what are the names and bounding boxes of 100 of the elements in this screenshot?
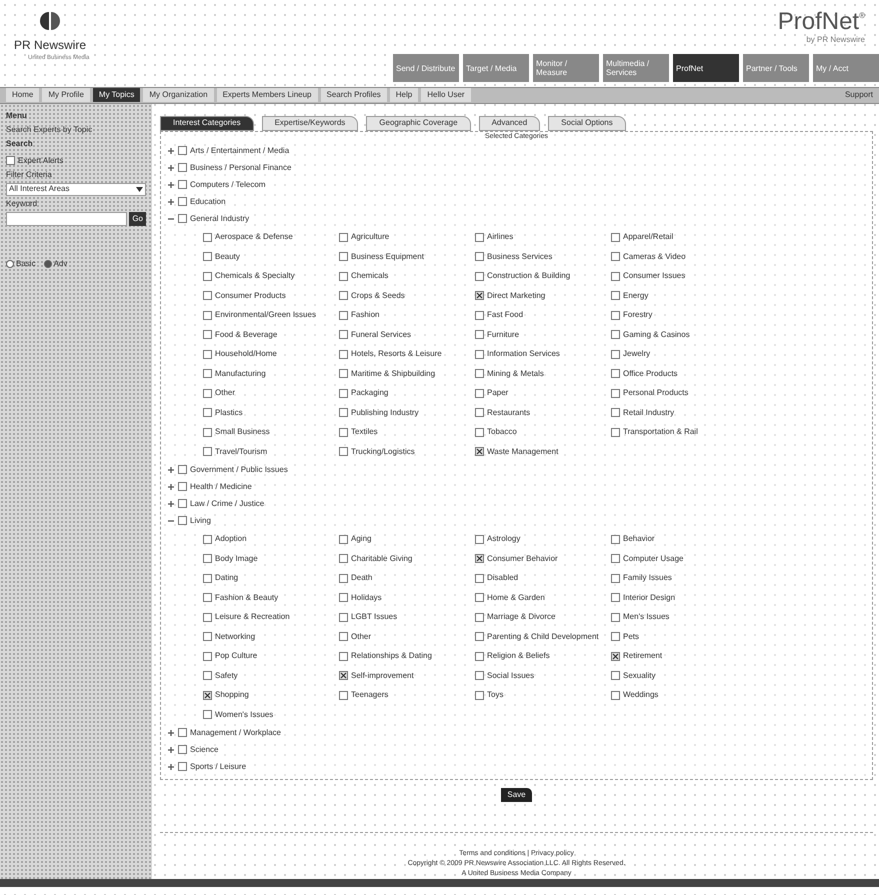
checkbox[interactable]	[339, 232, 348, 242]
checkbox[interactable]	[339, 652, 348, 661]
checkbox[interactable]	[611, 593, 620, 602]
checkbox[interactable]	[611, 690, 620, 700]
checkbox[interactable]	[203, 632, 212, 642]
filter-dropdown[interactable]: All Interest Areas	[6, 182, 146, 196]
checkbox[interactable]	[339, 447, 348, 456]
top-tab[interactable]: Target / Media	[463, 54, 529, 82]
expand-icon[interactable]	[167, 146, 175, 155]
checkbox[interactable]	[203, 310, 212, 320]
checkbox[interactable]	[203, 593, 212, 602]
checkbox[interactable]	[339, 574, 348, 583]
keyword-field[interactable]	[6, 212, 128, 226]
checkbox[interactable]	[611, 612, 620, 622]
checkbox[interactable]	[178, 163, 187, 172]
checkbox[interactable]	[475, 554, 484, 564]
checkbox[interactable]	[339, 330, 348, 340]
checkbox[interactable]	[611, 574, 620, 583]
checkbox[interactable]	[203, 428, 212, 437]
checkbox[interactable]	[475, 652, 484, 661]
top-tab[interactable]: Partner / Tools	[743, 54, 809, 82]
checkbox[interactable]	[339, 428, 348, 437]
checkbox[interactable]	[339, 291, 348, 300]
checkbox[interactable]	[203, 232, 212, 242]
checkbox[interactable]	[339, 534, 348, 544]
checkbox[interactable]	[475, 428, 484, 437]
checkbox[interactable]	[611, 350, 620, 359]
top-tab[interactable]: ProfNet	[673, 54, 739, 82]
checkbox[interactable]	[339, 369, 348, 378]
checkbox[interactable]	[611, 671, 620, 680]
checkbox[interactable]	[339, 252, 348, 262]
checkbox[interactable]	[475, 612, 484, 622]
checkbox[interactable]	[203, 272, 212, 281]
radio-button[interactable]	[44, 260, 52, 268]
nav-tab[interactable]: My Organization	[143, 88, 214, 102]
checkbox[interactable]	[203, 350, 212, 359]
checkbox[interactable]	[339, 388, 348, 398]
expand-icon[interactable]	[167, 466, 175, 474]
checkbox[interactable]	[203, 447, 212, 456]
checkbox[interactable]	[611, 232, 620, 242]
checkbox[interactable]	[339, 671, 348, 680]
checkbox[interactable]	[203, 554, 212, 564]
checkbox[interactable]	[203, 710, 212, 720]
checkbox[interactable]	[475, 690, 484, 700]
checkbox[interactable]	[339, 593, 348, 602]
nav-tab[interactable]: Home	[6, 88, 40, 102]
checkbox[interactable]	[178, 146, 187, 156]
checkbox[interactable]	[475, 272, 484, 281]
expand-icon[interactable]	[167, 762, 175, 771]
checkbox[interactable]	[339, 554, 348, 564]
checkbox[interactable]	[611, 369, 620, 378]
checkbox[interactable]	[475, 310, 484, 320]
checkbox[interactable]	[475, 388, 484, 398]
checkbox[interactable]	[475, 408, 484, 418]
checkbox[interactable]	[178, 197, 187, 206]
checkbox[interactable]	[203, 388, 212, 398]
checkbox[interactable]	[178, 728, 187, 738]
checkbox[interactable]	[475, 369, 484, 378]
go-button[interactable]: Go	[129, 212, 146, 226]
top-tab[interactable]: My / Acct	[813, 54, 879, 82]
checkbox[interactable]	[178, 516, 187, 526]
checkbox[interactable]	[475, 252, 484, 262]
checkbox[interactable]	[611, 388, 620, 398]
checkbox[interactable]	[339, 612, 348, 622]
checkbox[interactable]	[475, 671, 484, 680]
nav-tab[interactable]: Search Profiles	[320, 88, 387, 102]
checkbox[interactable]	[178, 214, 187, 224]
checkbox[interactable]	[611, 534, 620, 544]
checkbox[interactable]	[178, 745, 187, 754]
checkbox[interactable]	[178, 499, 187, 508]
checkbox[interactable]	[339, 310, 348, 320]
checkbox[interactable]	[475, 291, 484, 300]
tab[interactable]: Interest Categories	[160, 116, 254, 131]
nav-tab[interactable]: Help	[390, 88, 418, 102]
checkbox[interactable]	[178, 465, 187, 474]
checkbox[interactable]	[203, 330, 212, 340]
checkbox[interactable]	[203, 574, 212, 583]
checkbox[interactable]	[339, 690, 348, 700]
checkbox[interactable]	[203, 252, 212, 262]
expand-icon[interactable]	[167, 198, 175, 206]
nav-tab[interactable]: My Profile	[42, 88, 90, 102]
checkbox[interactable]	[611, 652, 620, 661]
support-link[interactable]: Support	[844, 89, 873, 102]
checkbox[interactable]	[339, 272, 348, 281]
checkbox[interactable]	[178, 762, 187, 772]
expand-icon[interactable]	[167, 180, 175, 189]
checkbox[interactable]	[6, 156, 15, 166]
nav-tab[interactable]: My Topics	[92, 88, 140, 102]
checkbox[interactable]	[611, 408, 620, 418]
top-tab[interactable]: Send / Distribute	[393, 54, 459, 82]
tab[interactable]: Geographic Coverage	[366, 116, 471, 131]
checkbox[interactable]	[475, 447, 484, 456]
checkbox[interactable]	[203, 369, 212, 378]
checkbox[interactable]	[339, 632, 348, 642]
checkbox[interactable]	[611, 632, 620, 642]
checkbox[interactable]	[203, 291, 212, 300]
tab[interactable]: Social Options	[548, 116, 626, 131]
checkbox[interactable]	[203, 652, 212, 661]
tab[interactable]: Advanced	[478, 116, 540, 131]
checkbox[interactable]	[475, 574, 484, 583]
